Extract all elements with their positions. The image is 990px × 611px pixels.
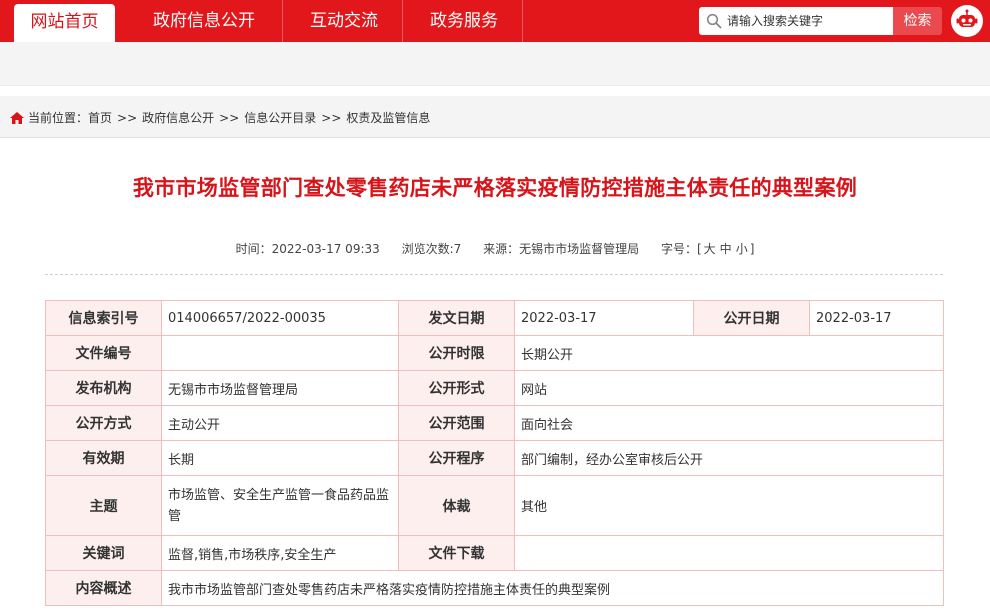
keywords-label: 关键词 <box>45 535 162 571</box>
breadcrumb-prefix: 当前位置： <box>28 111 89 125</box>
procedure-label: 公开程序 <box>398 440 515 476</box>
source-label: 来源： <box>483 242 520 256</box>
font-size-close: ] <box>749 242 755 256</box>
subject-value: 市场监管、安全生产监管一食品药品监管 <box>161 475 399 536</box>
font-size-medium-link[interactable]: 中 <box>720 242 732 256</box>
nav-divider <box>522 0 523 42</box>
table-row: 信息索引号 014006657/2022-00035 发文日期 2022-03-… <box>45 300 944 336</box>
search-input[interactable] <box>727 7 889 35</box>
time-label: 时间： <box>235 242 272 256</box>
table-row: 公开方式 主动公开 公开范围 面向社会 <box>45 405 944 441</box>
divider <box>45 274 943 275</box>
font-size-label: 字号：[ <box>660 242 702 256</box>
robot-assistant-icon[interactable] <box>951 5 983 37</box>
scope-value: 面向社会 <box>514 405 944 441</box>
search-button[interactable]: 检索 <box>893 7 942 35</box>
table-row: 主题 市场监管、安全生产监管一食品药品监管 体裁 其他 <box>45 475 944 536</box>
doc-no-value <box>161 335 399 371</box>
nav-divider <box>402 0 403 42</box>
time-value: 2022-03-17 09:33 <box>271 242 380 256</box>
table-row: 内容概述 我市市场监管部门查处零售药店未严格落实疫情防控措施主体责任的典型案例 <box>45 570 944 606</box>
summary-value: 我市市场监管部门查处零售药店未严格落实疫情防控措施主体责任的典型案例 <box>161 570 944 606</box>
breadcrumb: 当前位置：首页 >> 政府信息公开 >> 信息公开目录 >> 权责及监管信息 <box>0 96 990 138</box>
breadcrumb-trail: 当前位置：首页 >> 政府信息公开 >> 信息公开目录 >> 权责及监管信息 <box>28 96 430 138</box>
font-size-small-link[interactable]: 小 <box>736 242 748 256</box>
subject-text: 市场监管、安全生产监管一食品药品监管 <box>168 487 390 524</box>
issue-date-value: 2022-03-17 <box>514 300 694 336</box>
article-source: 来源：无锡市市场监督管理局 <box>483 242 639 256</box>
index-no-value: 014006657/2022-00035 <box>161 300 399 336</box>
nav-tab-services[interactable]: 政务服务 <box>410 0 518 42</box>
publish-date-value: 2022-03-17 <box>809 300 944 336</box>
table-row: 文件编号 公开时限 长期公开 <box>45 335 944 371</box>
keywords-value: 监督,销售,市场秩序,安全生产 <box>161 535 399 571</box>
breadcrumb-item-catalog[interactable]: 信息公开目录 <box>244 111 316 125</box>
article-title: 我市市场监管部门查处零售药店未严格落实疫情防控措施主体责任的典型案例 <box>132 176 858 200</box>
views-label: 浏览次数: <box>401 242 454 256</box>
time-limit-label: 公开时限 <box>398 335 515 371</box>
breadcrumb-item-current[interactable]: 权责及监管信息 <box>346 111 430 125</box>
mode-value: 主动公开 <box>161 405 399 441</box>
org-label: 发布机构 <box>45 370 162 406</box>
download-label: 文件下载 <box>398 535 515 571</box>
search-bar: 检索 <box>699 7 942 35</box>
validity-value: 长期 <box>161 440 399 476</box>
download-value[interactable] <box>514 535 944 571</box>
form-label: 公开形式 <box>398 370 515 406</box>
nav-tab-interaction[interactable]: 互动交流 <box>290 0 398 42</box>
table-row: 关键词 监督,销售,市场秩序,安全生产 文件下载 <box>45 535 944 571</box>
genre-label: 体裁 <box>398 475 515 536</box>
time-limit-value: 长期公开 <box>514 335 944 371</box>
search-box <box>699 7 893 35</box>
breadcrumb-item-gov-info[interactable]: 政府信息公开 <box>142 111 214 125</box>
publish-date-label: 公开日期 <box>693 300 810 336</box>
scope-label: 公开范围 <box>398 405 515 441</box>
breadcrumb-item-home[interactable]: 首页 <box>88 111 112 125</box>
doc-no-label: 文件编号 <box>45 335 162 371</box>
top-nav-bar: 网站首页 政府信息公开 互动交流 政务服务 检索 <box>0 0 990 42</box>
publish-time: 时间：2022-03-17 09:33 <box>236 242 380 256</box>
index-no-label: 信息索引号 <box>45 300 162 336</box>
search-icon <box>706 13 722 29</box>
font-size-large-link[interactable]: 大 <box>704 242 716 256</box>
nav-tab-gov-info[interactable]: 政府信息公开 <box>140 0 268 42</box>
font-size-control: 字号：[大中小] <box>661 242 754 256</box>
home-icon <box>10 112 24 124</box>
article-meta: 时间：2022-03-17 09:33 浏览次数:7 来源：无锡市市场监督管理局… <box>0 240 990 257</box>
genre-value: 其他 <box>514 475 944 536</box>
issue-date-label: 发文日期 <box>398 300 515 336</box>
breadcrumb-separator: >> <box>117 111 138 125</box>
procedure-value: 部门编制，经办公室审核后公开 <box>514 440 944 476</box>
form-value: 网站 <box>514 370 944 406</box>
source-value: 无锡市市场监督管理局 <box>519 242 640 256</box>
nav-divider <box>282 0 283 42</box>
validity-label: 有效期 <box>45 440 162 476</box>
table-row: 发布机构 无锡市市场监督管理局 公开形式 网站 <box>45 370 944 406</box>
view-count: 浏览次数:7 <box>402 242 462 256</box>
info-table: 信息索引号 014006657/2022-00035 发文日期 2022-03-… <box>45 300 944 606</box>
nav-tab-home[interactable]: 网站首页 <box>14 4 115 42</box>
subject-label: 主题 <box>45 475 162 536</box>
spacer <box>0 86 990 96</box>
mode-label: 公开方式 <box>45 405 162 441</box>
summary-label: 内容概述 <box>45 570 162 606</box>
breadcrumb-separator: >> <box>321 111 342 125</box>
breadcrumb-separator: >> <box>219 111 240 125</box>
secondary-band <box>0 42 990 86</box>
table-row: 有效期 长期 公开程序 部门编制，经办公室审核后公开 <box>45 440 944 476</box>
org-value: 无锡市市场监督管理局 <box>161 370 399 406</box>
views-value: 7 <box>453 242 462 256</box>
